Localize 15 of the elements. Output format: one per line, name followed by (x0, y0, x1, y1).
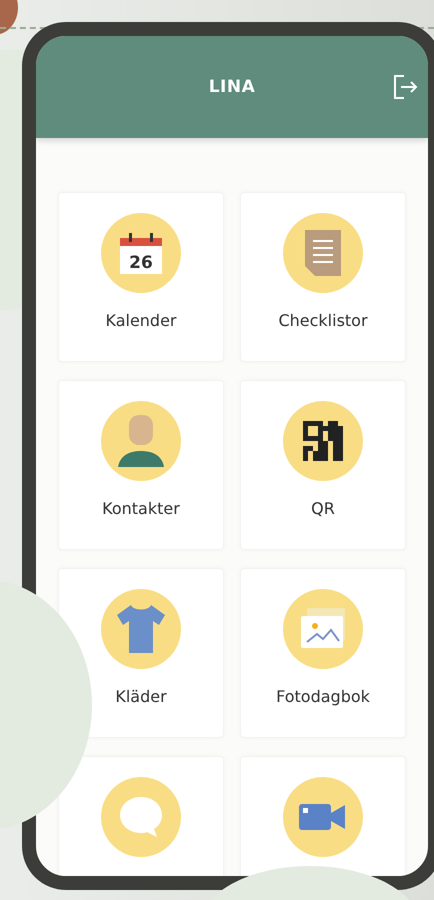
menu-tile[interactable]: Fotodagbok (240, 568, 406, 738)
document-icon (303, 228, 343, 278)
person-icon (116, 413, 166, 469)
menu-tile[interactable]: QR (240, 380, 406, 550)
menu-tile[interactable]: Checklistor (240, 192, 406, 362)
video-camera-icon (299, 802, 347, 832)
menu-tile[interactable] (58, 756, 224, 876)
t-shirt-icon (115, 603, 167, 655)
logout-icon (392, 74, 418, 100)
speech-bubble-icon (118, 795, 164, 839)
menu-tile[interactable]: Kontakter (58, 380, 224, 550)
menu-tile[interactable] (240, 756, 406, 876)
header-title: LINA (208, 77, 256, 97)
menu-tile[interactable]: 26 Kalender (58, 192, 224, 362)
qr-code-icon (303, 421, 343, 461)
